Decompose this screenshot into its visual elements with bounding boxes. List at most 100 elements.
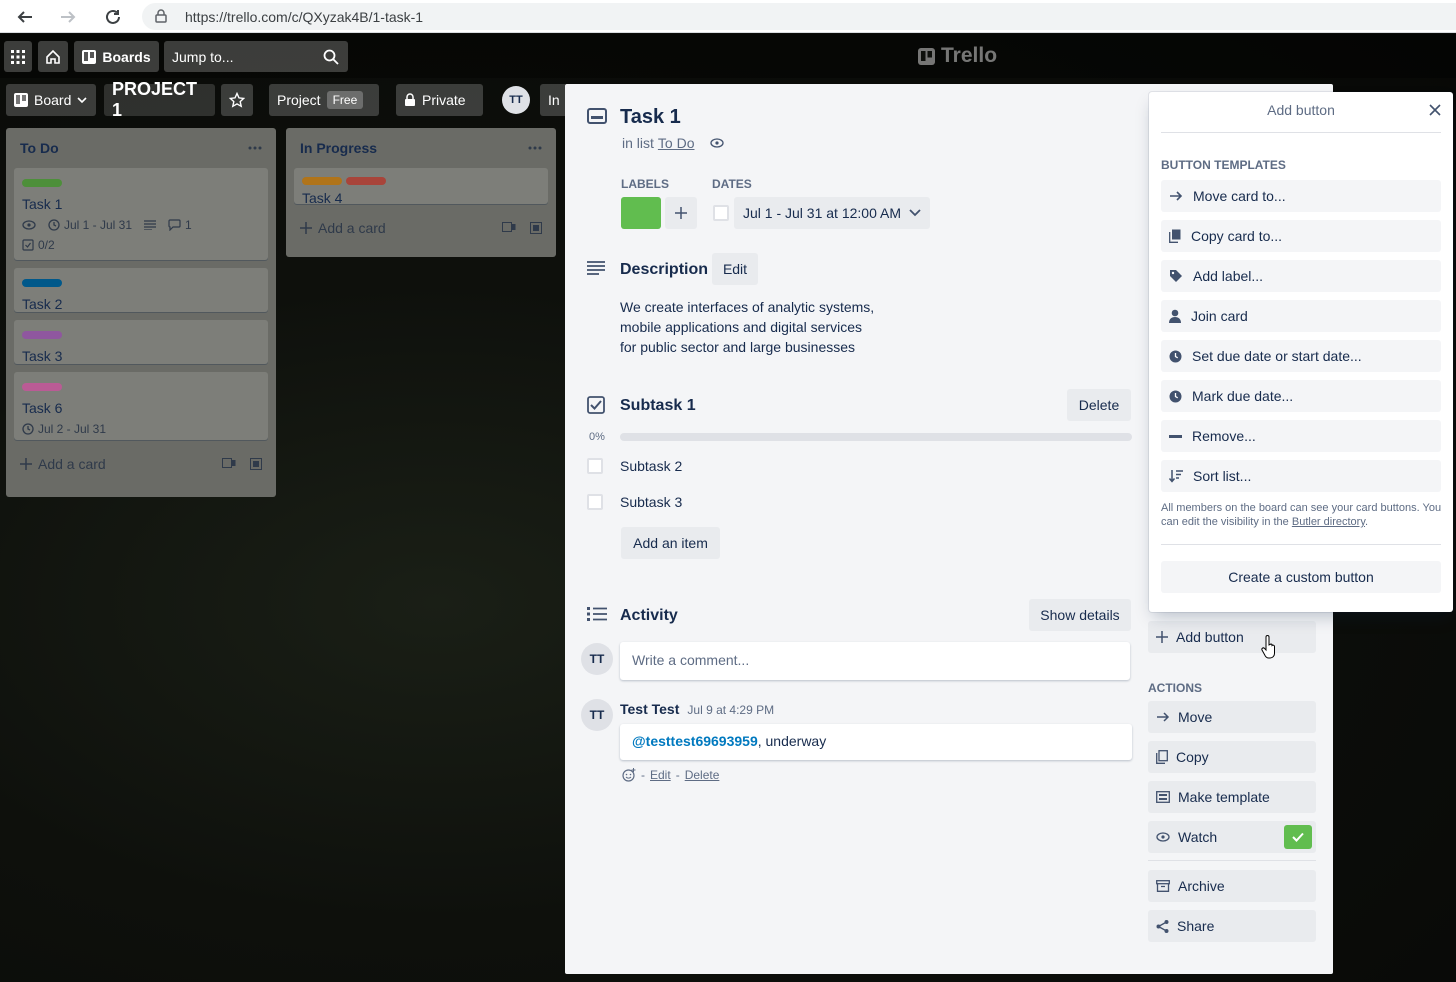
create-from-template-icon[interactable] bbox=[250, 458, 262, 470]
add-label-button[interactable] bbox=[665, 197, 697, 229]
template-mark-due-date[interactable]: Mark due date... bbox=[1161, 380, 1441, 412]
template-sort-list[interactable]: Sort list... bbox=[1161, 460, 1441, 492]
comment-author[interactable]: Test Test bbox=[620, 701, 679, 717]
template-copy-card[interactable]: Copy card to... bbox=[1161, 220, 1441, 252]
list-in-progress: In Progress Task 4 Add a card bbox=[286, 128, 556, 257]
archive-label: Archive bbox=[1178, 878, 1225, 894]
create-custom-button[interactable]: Create a custom button bbox=[1161, 561, 1441, 593]
star-button[interactable] bbox=[221, 84, 253, 116]
card-template-icon[interactable] bbox=[222, 458, 236, 470]
clock-icon bbox=[1169, 350, 1182, 363]
card-icon bbox=[587, 108, 607, 124]
watch-button[interactable]: Watch bbox=[1148, 821, 1316, 853]
lock-icon bbox=[404, 93, 416, 107]
plan-badge: Free bbox=[326, 91, 364, 109]
back-icon[interactable] bbox=[14, 6, 36, 28]
create-from-template-icon[interactable] bbox=[530, 222, 542, 234]
board-name[interactable]: PROJECT 1 bbox=[104, 79, 215, 120]
card-task-3[interactable]: Task 3 bbox=[14, 320, 268, 364]
template-set-due-date[interactable]: Set due date or start date... bbox=[1161, 340, 1441, 372]
comment-author-avatar[interactable]: TT bbox=[581, 699, 613, 731]
add-card-button[interactable]: Add a card bbox=[14, 448, 268, 480]
watch-icon bbox=[22, 220, 36, 230]
description-heading: Description bbox=[620, 261, 709, 278]
template-add-label[interactable]: Add label... bbox=[1161, 260, 1441, 292]
card-title: Task 6 bbox=[22, 400, 63, 416]
comment-input[interactable]: Write a comment... bbox=[620, 642, 1130, 680]
workspace-button[interactable]: Project Free bbox=[269, 84, 379, 116]
butler-directory-link[interactable]: Butler directory bbox=[1292, 516, 1365, 528]
trello-logo[interactable]: Trello bbox=[918, 44, 997, 68]
card-task-1[interactable]: Task 1 Jul 1 - Jul 31 1 0/2 bbox=[14, 168, 268, 260]
list-title[interactable]: In Progress bbox=[300, 140, 377, 156]
description-icon bbox=[144, 220, 157, 230]
address-bar[interactable]: https://trello.com/c/QXyzak4B/1-task-1 bbox=[142, 3, 1456, 30]
note-suffix: . bbox=[1365, 516, 1369, 528]
checklist-delete-button[interactable]: Delete bbox=[1067, 389, 1131, 421]
search-icon[interactable] bbox=[323, 49, 339, 65]
apps-icon[interactable] bbox=[4, 41, 32, 72]
card-template-icon[interactable] bbox=[502, 222, 516, 234]
due-text: Jul 2 - Jul 31 bbox=[38, 422, 107, 436]
checklist-title[interactable]: Subtask 1 bbox=[620, 397, 696, 415]
close-icon[interactable] bbox=[1429, 104, 1441, 116]
comment-time[interactable]: Jul 9 at 4:29 PM bbox=[687, 703, 774, 717]
card-task-6[interactable]: Task 6 Jul 2 - Jul 31 bbox=[14, 372, 268, 440]
list-link[interactable]: To Do bbox=[658, 135, 695, 151]
checklist-item[interactable]: Subtask 2 bbox=[620, 458, 682, 474]
reload-icon[interactable] bbox=[102, 6, 124, 28]
invite-label: In bbox=[548, 92, 560, 108]
copy-button[interactable]: Copy bbox=[1148, 741, 1316, 773]
checklist-item[interactable]: Subtask 3 bbox=[620, 494, 682, 510]
checklist-item-checkbox[interactable] bbox=[587, 494, 603, 510]
card-task-4[interactable]: Task 4 bbox=[294, 168, 548, 206]
list-menu-icon[interactable] bbox=[528, 146, 542, 150]
checklist-icon bbox=[22, 239, 34, 251]
template-label: Remove... bbox=[1192, 428, 1256, 444]
forward-icon[interactable] bbox=[57, 6, 79, 28]
comment-edit-link[interactable]: Edit bbox=[650, 768, 671, 782]
home-button[interactable] bbox=[38, 41, 68, 72]
show-details-button[interactable]: Show details bbox=[1029, 599, 1131, 631]
move-button[interactable]: Move bbox=[1148, 701, 1316, 733]
activity-heading: Activity bbox=[620, 607, 678, 624]
list-to-do: To Do Task 1 Jul 1 - Jul 31 1 0/2 Task 2 bbox=[6, 128, 276, 497]
add-button-popover: Add button BUTTON TEMPLATES Move card to… bbox=[1149, 92, 1453, 612]
add-button-button[interactable]: Add button bbox=[1148, 621, 1316, 653]
share-button[interactable]: Share bbox=[1148, 910, 1316, 942]
due-complete-checkbox[interactable] bbox=[713, 205, 729, 221]
boards-button[interactable]: Boards bbox=[74, 41, 159, 72]
workspace-label: Project bbox=[277, 92, 321, 108]
visibility-button[interactable]: Private bbox=[396, 84, 483, 116]
label-chip[interactable] bbox=[621, 197, 661, 229]
invite-button[interactable]: In bbox=[540, 84, 565, 116]
make-template-button[interactable]: Make template bbox=[1148, 781, 1316, 813]
list-title[interactable]: To Do bbox=[20, 140, 59, 156]
card-title[interactable]: Task 1 bbox=[620, 106, 681, 129]
comment-mention[interactable]: @testtest69693959 bbox=[632, 733, 758, 749]
card-task-2[interactable]: Task 2 bbox=[14, 268, 268, 312]
list-menu-icon[interactable] bbox=[248, 146, 262, 150]
template-join-card[interactable]: Join card bbox=[1161, 300, 1441, 332]
add-card-button[interactable]: Add a card bbox=[294, 212, 548, 244]
watch-label: Watch bbox=[1178, 829, 1218, 845]
template-move-card[interactable]: Move card to... bbox=[1161, 180, 1441, 212]
search-input[interactable]: Jump to... bbox=[164, 41, 348, 72]
comment-badge: 1 bbox=[168, 218, 192, 232]
button-templates-heading: BUTTON TEMPLATES bbox=[1161, 158, 1286, 172]
template-remove[interactable]: Remove... bbox=[1161, 420, 1441, 452]
comment-delete-link[interactable]: Delete bbox=[685, 768, 720, 782]
comment-icon bbox=[168, 219, 181, 231]
board-view-switcher[interactable]: Board bbox=[6, 84, 96, 116]
checklist-item-checkbox[interactable] bbox=[587, 458, 603, 474]
archive-button[interactable]: Archive bbox=[1148, 870, 1316, 902]
avatar[interactable]: TT bbox=[581, 643, 613, 675]
description-edit-button[interactable]: Edit bbox=[712, 253, 758, 285]
dates-button[interactable]: Jul 1 - Jul 31 at 12:00 AM bbox=[734, 197, 930, 229]
description-text[interactable]: We create interfaces of analytic systems… bbox=[620, 297, 920, 357]
comment-actions: - Edit - Delete bbox=[622, 768, 719, 782]
add-reaction-icon[interactable] bbox=[622, 768, 636, 782]
checklist-progress-bar bbox=[620, 433, 1132, 441]
member-avatar[interactable]: TT bbox=[502, 86, 530, 114]
add-item-button[interactable]: Add an item bbox=[621, 527, 720, 559]
